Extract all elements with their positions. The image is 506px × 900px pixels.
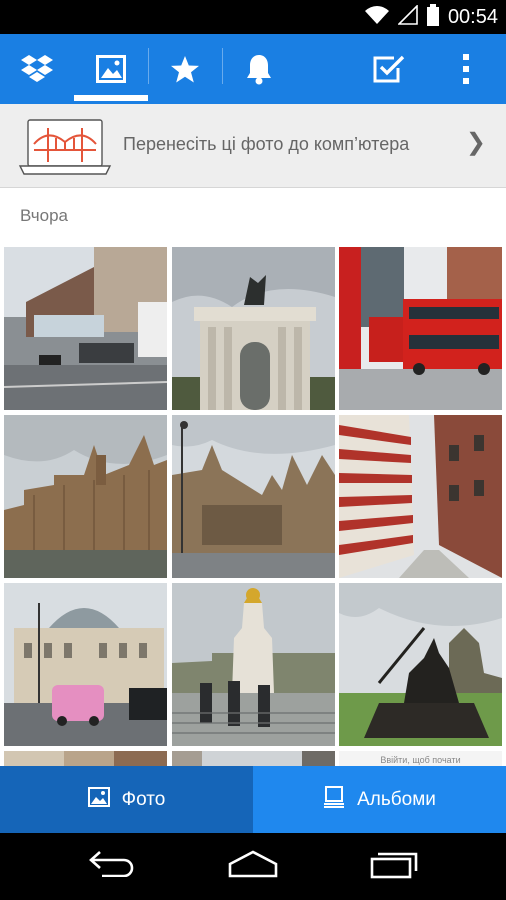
checkbox-select-icon (372, 54, 406, 84)
photo-thumbnail-wellington-arch[interactable] (172, 247, 335, 410)
photo-thumbnail-westminster-abbey[interactable] (172, 415, 335, 578)
nav-home-button[interactable] (203, 833, 303, 900)
tab-photos[interactable] (74, 34, 148, 104)
wifi-icon (364, 4, 390, 31)
nav-recents-button[interactable] (344, 833, 444, 900)
clock: 00:54 (447, 5, 498, 28)
signal-icon (397, 3, 418, 30)
more-vert-icon (461, 53, 471, 85)
dropbox-icon (20, 54, 54, 84)
photo-thumbnail-partial-1[interactable] (4, 751, 167, 767)
transfer-photos-banner[interactable]: Перенесіть ці фото до комп’ютера ❯ (0, 104, 506, 188)
status-bar: 00:54 (0, 0, 506, 34)
back-arrow-icon (88, 851, 136, 882)
status-icons: 00:54 (364, 0, 498, 34)
recents-icon (370, 849, 418, 884)
active-tab-indicator (74, 95, 148, 101)
photo-grid: Ввійти, щоб почати (4, 247, 502, 767)
tab-photos-label: Фото (121, 788, 166, 810)
overflow-menu-button[interactable] (436, 34, 496, 104)
battery-icon (426, 3, 440, 31)
photo-thumbnail-partial-2[interactable] (172, 751, 335, 767)
select-button[interactable] (352, 34, 426, 104)
star-icon (170, 55, 200, 84)
photo-thumbnail-parliament[interactable] (4, 415, 167, 578)
app-root: 00:54 Перенесіть ці фото до комп’ютера ❯… (0, 0, 506, 900)
banner-text: Перенесіть ці фото до комп’ютера (123, 134, 410, 154)
nav-back-button[interactable] (62, 833, 162, 900)
home-icon (226, 850, 280, 883)
chevron-right-icon: ❯ (465, 129, 486, 156)
dropbox-home-button[interactable] (0, 34, 74, 104)
bell-icon (245, 53, 273, 85)
tab-albums-bottom[interactable]: Альбоми (253, 766, 506, 833)
date-section-header: Вчора (20, 206, 68, 225)
tab-photos-bottom[interactable]: Фото (0, 766, 253, 833)
album-icon (323, 785, 345, 814)
photo-thumbnail-red-buses[interactable] (339, 247, 502, 410)
photo-thumbnail-partial-3[interactable]: Ввійти, щоб почати (339, 751, 502, 767)
photo-thumbnail-equestrian-statue[interactable] (339, 583, 502, 746)
photo-caption: Ввійти, щоб почати (380, 755, 461, 765)
photo-gallery-icon (96, 55, 126, 83)
laptop-bridge-icon (18, 118, 112, 181)
photo-thumbnail-striped-alley[interactable] (339, 415, 502, 578)
photo-thumbnail-street-bus[interactable] (4, 247, 167, 410)
tab-albums-label: Альбоми (357, 788, 436, 810)
photo-icon (87, 786, 110, 813)
tab-notifications[interactable] (222, 34, 296, 104)
photo-thumbnail-domed-building-taxi[interactable] (4, 583, 167, 746)
tab-favorites[interactable] (148, 34, 222, 104)
photo-thumbnail-victoria-memorial[interactable] (172, 583, 335, 746)
system-nav-bar (0, 833, 506, 900)
bottom-tab-bar: Фото Альбоми (0, 766, 506, 833)
